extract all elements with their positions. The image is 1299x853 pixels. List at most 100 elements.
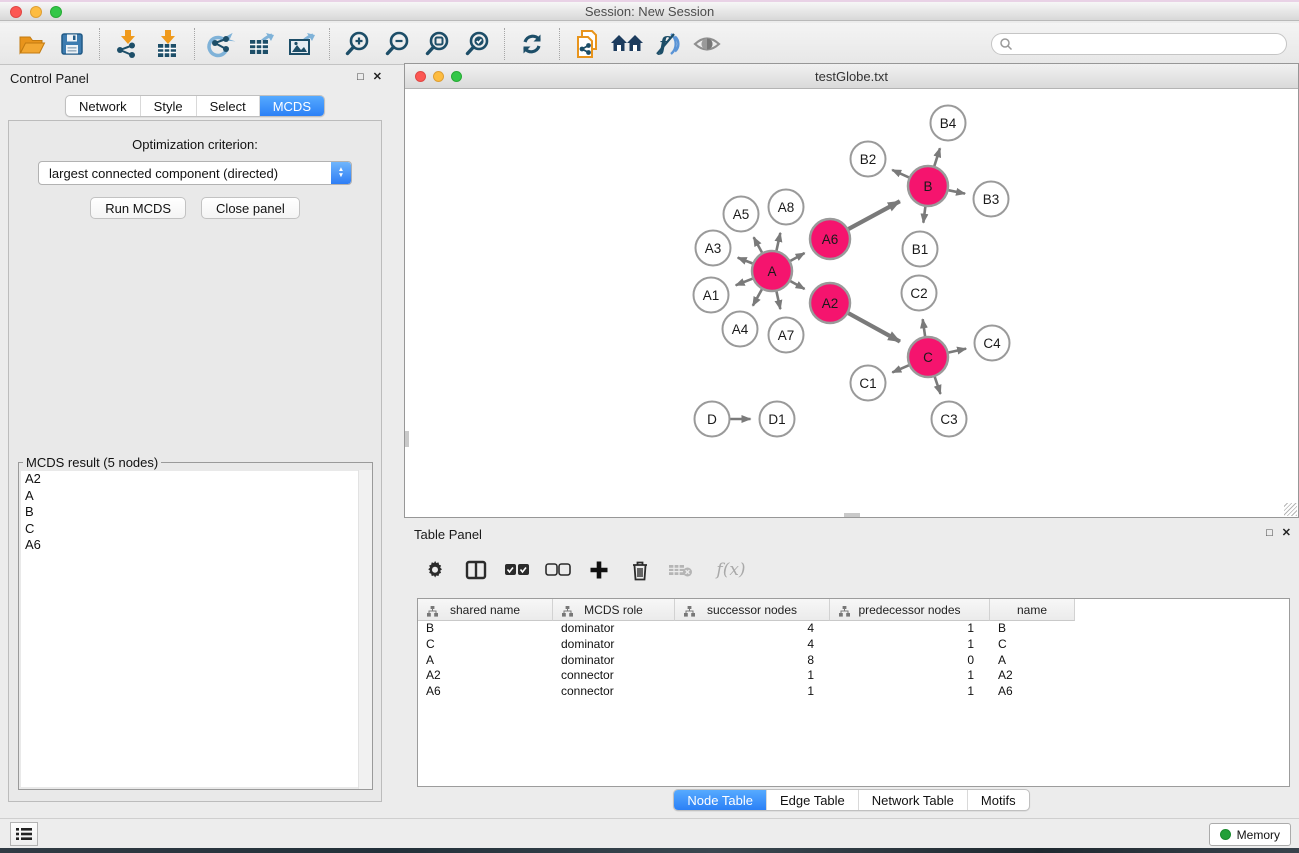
- maximize-window-button[interactable]: [50, 6, 62, 18]
- column-header-shared-name[interactable]: shared name: [418, 599, 553, 621]
- show-hide-panels-button[interactable]: [687, 26, 727, 62]
- maximize-network-button[interactable]: [451, 71, 462, 82]
- graph-node-C1[interactable]: C1: [851, 366, 886, 401]
- graph-edge-A-A5[interactable]: [754, 237, 763, 253]
- graph-node-A6[interactable]: A6: [810, 219, 850, 259]
- search-input[interactable]: [1017, 37, 1279, 51]
- graph-edge-A-A4[interactable]: [753, 289, 763, 306]
- vertical-scroll-thumb[interactable]: [405, 431, 409, 447]
- graph-node-D[interactable]: D: [695, 402, 730, 437]
- graph-edge-A-A8[interactable]: [776, 233, 780, 252]
- mcds-result-item[interactable]: B: [21, 504, 370, 521]
- zoom-in-button[interactable]: [337, 26, 377, 62]
- close-panel-button[interactable]: Close panel: [201, 197, 300, 219]
- close-window-button[interactable]: [10, 6, 22, 18]
- table-row[interactable]: Bdominator41B: [418, 621, 1289, 637]
- graph-edge-C-C3[interactable]: [934, 376, 940, 394]
- table-cell[interactable]: 4: [675, 621, 830, 637]
- graph-node-A3[interactable]: A3: [696, 231, 731, 266]
- graph-edge-C-C2[interactable]: [923, 319, 926, 337]
- close-panel-icon[interactable]: ✕: [373, 71, 382, 83]
- table-cell[interactable]: dominator: [553, 653, 675, 669]
- close-network-button[interactable]: [415, 71, 426, 82]
- table-cell[interactable]: B: [990, 621, 1075, 637]
- graph-node-A5[interactable]: A5: [724, 197, 759, 232]
- zoom-selected-button[interactable]: [457, 26, 497, 62]
- minimize-network-button[interactable]: [433, 71, 444, 82]
- network-canvas[interactable]: B4B2BB3A5A8A6A3B1AA1C2A2A4A7CC4C1C3DD1: [405, 90, 1298, 517]
- graph-node-C[interactable]: C: [908, 337, 948, 377]
- export-network-button[interactable]: [202, 26, 242, 62]
- table-cell[interactable]: 1: [675, 684, 830, 700]
- graph-node-B2[interactable]: B2: [851, 142, 886, 177]
- hide-graphics-details-button[interactable]: f: [647, 26, 687, 62]
- refresh-button[interactable]: [512, 26, 552, 62]
- delete-table-button[interactable]: [668, 557, 694, 583]
- graph-edge-A6-B[interactable]: [848, 201, 900, 229]
- table-cell[interactable]: connector: [553, 684, 675, 700]
- column-view-button[interactable]: [463, 557, 489, 583]
- table-row[interactable]: A6connector11A6: [418, 684, 1289, 700]
- table-cell[interactable]: A6: [418, 684, 553, 700]
- tab-style[interactable]: Style: [140, 96, 196, 116]
- table-cell[interactable]: 1: [830, 637, 990, 653]
- tab-network-table[interactable]: Network Table: [858, 790, 967, 810]
- tab-node-table[interactable]: Node Table: [674, 790, 766, 810]
- zoom-out-button[interactable]: [377, 26, 417, 62]
- tab-edge-table[interactable]: Edge Table: [766, 790, 858, 810]
- graph-node-C3[interactable]: C3: [932, 402, 967, 437]
- result-scrollbar-track[interactable]: [358, 470, 372, 789]
- memory-button[interactable]: Memory: [1209, 823, 1291, 846]
- graph-edge-B-B1[interactable]: [923, 206, 925, 223]
- run-mcds-button[interactable]: Run MCDS: [90, 197, 186, 219]
- graph-edge-A-A3[interactable]: [738, 258, 754, 264]
- graph-node-B1[interactable]: B1: [903, 232, 938, 267]
- import-network-button[interactable]: [107, 26, 147, 62]
- select-all-columns-button[interactable]: [504, 557, 530, 583]
- graph-edge-A2-C[interactable]: [848, 313, 900, 342]
- resize-grip[interactable]: [1284, 503, 1297, 516]
- column-header-name[interactable]: name: [990, 599, 1075, 621]
- mcds-result-item[interactable]: C: [21, 521, 370, 538]
- table-cell[interactable]: dominator: [553, 637, 675, 653]
- graph-node-A4[interactable]: A4: [723, 312, 758, 347]
- table-cell[interactable]: B: [418, 621, 553, 637]
- graph-edge-A-A7[interactable]: [776, 291, 780, 310]
- mcds-result-item[interactable]: A: [21, 488, 370, 505]
- tab-network[interactable]: Network: [66, 96, 140, 116]
- table-row[interactable]: Cdominator41C: [418, 637, 1289, 653]
- column-header-successor-nodes[interactable]: successor nodes: [675, 599, 830, 621]
- table-cell[interactable]: 8: [675, 653, 830, 669]
- graph-node-B4[interactable]: B4: [931, 106, 966, 141]
- table-cell[interactable]: C: [418, 637, 553, 653]
- home-button[interactable]: [607, 26, 647, 62]
- close-panel-icon[interactable]: ✕: [1282, 527, 1291, 539]
- table-cell[interactable]: C: [990, 637, 1075, 653]
- graph-node-B3[interactable]: B3: [974, 182, 1009, 217]
- graph-node-A2[interactable]: A2: [810, 283, 850, 323]
- table-cell[interactable]: A6: [990, 684, 1075, 700]
- table-cell[interactable]: 0: [830, 653, 990, 669]
- delete-column-button[interactable]: [627, 557, 653, 583]
- graph-edge-A-A1[interactable]: [736, 278, 754, 285]
- tab-select[interactable]: Select: [196, 96, 259, 116]
- table-cell[interactable]: connector: [553, 668, 675, 684]
- table-cell[interactable]: A2: [990, 668, 1075, 684]
- import-table-button[interactable]: [147, 26, 187, 62]
- export-table-button[interactable]: [242, 26, 282, 62]
- table-cell[interactable]: 4: [675, 637, 830, 653]
- tab-motifs[interactable]: Motifs: [967, 790, 1029, 810]
- graph-node-B[interactable]: B: [908, 166, 948, 206]
- graph-node-C4[interactable]: C4: [975, 326, 1010, 361]
- deselect-all-columns-button[interactable]: [545, 557, 571, 583]
- table-cell[interactable]: 1: [675, 668, 830, 684]
- criterion-dropdown[interactable]: largest connected component (directed) ▲…: [38, 161, 352, 185]
- graph-node-A[interactable]: A: [752, 251, 792, 291]
- float-panel-icon[interactable]: □: [1266, 527, 1273, 539]
- graph-node-D1[interactable]: D1: [760, 402, 795, 437]
- graph-edge-C-C1[interactable]: [892, 365, 909, 373]
- table-cell[interactable]: 1: [830, 621, 990, 637]
- table-row[interactable]: Adominator80A: [418, 653, 1289, 669]
- search-field[interactable]: [991, 33, 1287, 55]
- minimize-window-button[interactable]: [30, 6, 42, 18]
